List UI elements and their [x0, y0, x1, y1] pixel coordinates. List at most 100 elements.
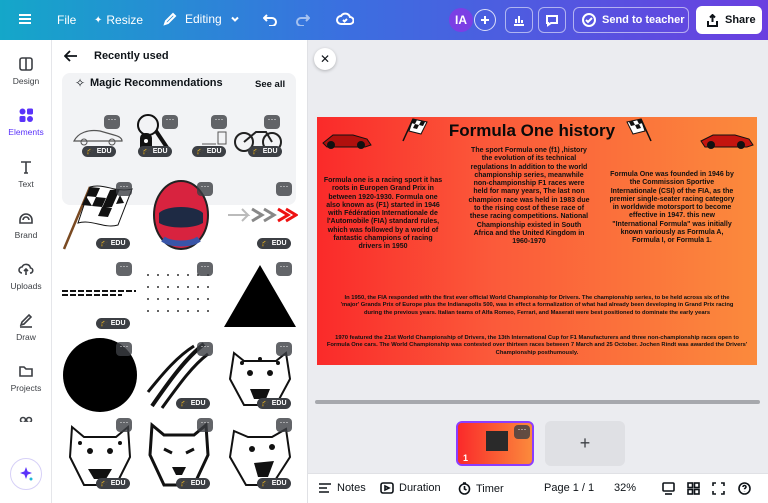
more-options-button[interactable]: ··· [276, 182, 292, 196]
rail-item-draw[interactable]: Draw [0, 312, 52, 342]
more-options-button[interactable]: ··· [116, 262, 132, 276]
more-options-button[interactable]: ··· [276, 342, 292, 356]
help-icon [738, 482, 751, 495]
more-options-button[interactable]: ··· [197, 418, 213, 432]
slide-middle-text[interactable]: The sport Formula one (f1) ,history the … [467, 147, 591, 247]
horizontal-scrollbar[interactable] [315, 400, 760, 404]
share-label: Share [725, 14, 756, 26]
edu-badge: 🎓 EDU [96, 238, 130, 249]
duration-icon [380, 482, 394, 494]
edu-badge: 🎓 EDU [192, 146, 226, 157]
more-options-button[interactable]: ··· [104, 115, 120, 129]
check-circle-icon [582, 13, 596, 27]
halftone-dots-thumb[interactable] [142, 268, 216, 328]
bar-chart-icon [514, 16, 524, 26]
file-label: File [57, 13, 77, 27]
comments-button[interactable] [538, 7, 566, 33]
more-options-button[interactable]: ··· [264, 115, 280, 129]
share-button[interactable]: Share [696, 6, 762, 34]
edu-badge: 🎓 EDU [138, 146, 172, 157]
see-all-link[interactable]: See all [255, 79, 285, 90]
editing-dropdown[interactable]: Editing [163, 12, 240, 26]
redo-icon [296, 14, 310, 26]
f1-car-right-icon [700, 134, 754, 149]
slide-left-text[interactable]: Formula one is a racing sport it has roo… [323, 177, 443, 252]
editing-label: Editing [185, 12, 222, 26]
slide-paragraph-1970[interactable]: 1970 featured the 21st World Championshi… [325, 335, 749, 357]
add-collaborator-button[interactable] [474, 9, 496, 31]
rail-item-brand[interactable]: Brand [0, 210, 52, 240]
notes-label: Notes [337, 482, 366, 494]
rail-item-elements[interactable]: Elements [0, 107, 52, 137]
speed-lines-thumb[interactable] [60, 285, 138, 301]
edu-badge: 🎓 EDU [82, 146, 116, 157]
duration-label: Duration [399, 482, 441, 494]
page-grid-button[interactable] [687, 482, 700, 495]
add-page-button[interactable]: + [545, 421, 625, 466]
rail-item-projects[interactable]: Projects [0, 363, 52, 393]
rail-label: Design [12, 76, 40, 86]
slide-canvas[interactable]: Formula One history Formula one is a rac… [317, 117, 757, 365]
draw-icon [19, 313, 33, 328]
thumb-more-options-button[interactable]: ··· [514, 425, 530, 439]
undo-button[interactable] [263, 12, 277, 26]
grid-view-button[interactable] [662, 482, 675, 495]
close-panel-button[interactable]: ✕ [314, 48, 336, 70]
rail-label: Draw [16, 332, 36, 342]
hamburger-icon [19, 14, 31, 24]
timer-button[interactable]: Timer [458, 482, 504, 495]
menu-button[interactable] [18, 12, 32, 26]
top-bar: File ✦ Resize Editing IA Send to teacher… [0, 0, 768, 40]
back-arrow-icon[interactable] [64, 50, 78, 62]
more-options-button[interactable]: ··· [276, 262, 292, 276]
plus-icon [481, 16, 489, 24]
sparkle-icon: ✦ [94, 14, 103, 26]
rail-label: Projects [10, 383, 42, 393]
rail-item-design[interactable]: Design [0, 56, 52, 86]
undo-icon [263, 14, 277, 26]
edu-badge: 🎓 EDU [257, 238, 291, 249]
uploads-icon [18, 263, 34, 275]
magic-assistant-button[interactable] [10, 458, 42, 490]
insights-button[interactable] [505, 7, 533, 33]
avatar[interactable]: IA [449, 8, 473, 32]
more-options-button[interactable]: ··· [197, 262, 213, 276]
resize-button[interactable]: ✦ Resize [94, 13, 143, 27]
bottom-bar: Notes Duration Timer Page 1 / 1 32% [308, 473, 768, 503]
more-options-button[interactable]: ··· [116, 418, 132, 432]
help-button[interactable] [738, 482, 751, 495]
page-thumbnail[interactable]: ··· 1 [456, 421, 534, 466]
rail-item-uploads[interactable]: Uploads [0, 261, 52, 291]
more-options-button[interactable]: ··· [197, 342, 213, 356]
projects-icon [19, 366, 33, 377]
rail-item-text[interactable]: Text [0, 159, 52, 189]
duration-button[interactable]: Duration [380, 482, 441, 494]
fullscreen-button[interactable] [712, 482, 725, 495]
slide-right-text[interactable]: Formula One was founded in 1946 by the C… [607, 171, 737, 246]
zoom-level[interactable]: 32% [614, 482, 636, 494]
thumb-dark-block [486, 431, 508, 451]
more-options-button[interactable]: ··· [162, 115, 178, 129]
notes-button[interactable]: Notes [318, 482, 366, 494]
cloud-save-button[interactable] [336, 12, 354, 26]
fuel-icon [202, 131, 227, 145]
slide-title[interactable]: Formula One history [432, 121, 632, 141]
timer-label: Timer [476, 482, 504, 495]
redo-button[interactable] [296, 12, 310, 26]
rail-item-more[interactable] [0, 414, 52, 422]
checkered-flag-icon [626, 118, 652, 142]
pencil-icon [163, 12, 177, 26]
panel-header: Recently used [64, 50, 169, 62]
slide-paragraph-1950[interactable]: In 1950, the FIA responded with the firs… [339, 295, 735, 317]
edu-badge: 🎓 EDU [176, 478, 210, 489]
speed-arrows-thumb[interactable] [224, 200, 298, 230]
more-options-button[interactable]: ··· [116, 342, 132, 356]
file-menu[interactable]: File [57, 13, 76, 27]
more-options-button[interactable]: ··· [197, 182, 213, 196]
more-options-button[interactable]: ··· [211, 115, 227, 129]
elements-panel: Recently used ✧ Magic Recommendations Se… [52, 40, 308, 503]
send-to-teacher-button[interactable]: Send to teacher [573, 7, 689, 33]
more-options-button[interactable]: ··· [276, 418, 292, 432]
page-indicator[interactable]: Page 1 / 1 [544, 482, 594, 494]
more-options-button[interactable]: ··· [116, 182, 132, 196]
